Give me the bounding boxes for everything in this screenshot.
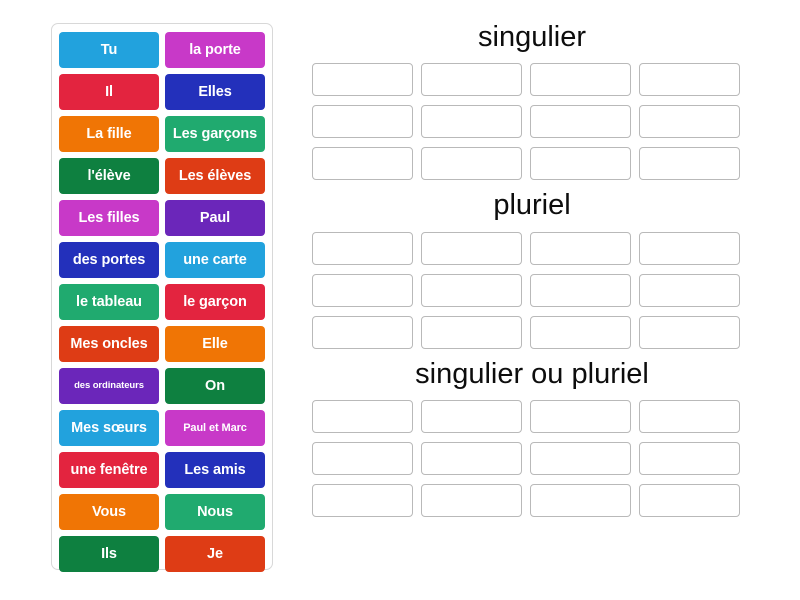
group-title: singulier — [478, 21, 586, 53]
word-tile[interactable]: Les garçons — [165, 116, 265, 152]
word-tile[interactable]: Mes sœurs — [59, 410, 159, 446]
word-tile[interactable]: Vous — [59, 494, 159, 530]
word-tile[interactable]: On — [165, 368, 265, 404]
drop-slot[interactable] — [421, 399, 522, 433]
drop-slot[interactable] — [530, 483, 631, 517]
word-tile[interactable]: Les élèves — [165, 158, 265, 194]
drop-slot[interactable] — [639, 231, 740, 265]
word-tile[interactable]: l'élève — [59, 158, 159, 194]
drop-slot[interactable] — [530, 441, 631, 475]
drop-slot[interactable] — [530, 147, 631, 181]
word-tile[interactable]: le garçon — [165, 284, 265, 320]
word-tile[interactable]: une fenêtre — [59, 452, 159, 488]
drop-slot[interactable] — [639, 105, 740, 139]
slot-grid — [312, 63, 752, 181]
drop-slot[interactable] — [312, 483, 413, 517]
word-tile[interactable]: Les filles — [59, 200, 159, 236]
group-title: singulier ou pluriel — [415, 357, 649, 390]
drop-slot[interactable] — [639, 63, 740, 97]
drop-slot[interactable] — [312, 399, 413, 433]
drop-slot[interactable] — [639, 399, 740, 433]
drop-slot[interactable] — [530, 273, 631, 307]
drop-slot[interactable] — [312, 231, 413, 265]
word-tile[interactable]: Paul et Marc — [165, 410, 265, 446]
word-tile[interactable]: des portes — [59, 242, 159, 278]
word-tile[interactable]: le tableau — [59, 284, 159, 320]
drop-slot[interactable] — [639, 441, 740, 475]
drop-slot[interactable] — [421, 273, 522, 307]
drop-slot[interactable] — [312, 441, 413, 475]
drop-group: singulier ou pluriel — [312, 355, 752, 517]
word-tile[interactable]: Je — [165, 536, 265, 572]
drop-slot[interactable] — [312, 105, 413, 139]
drop-slot[interactable] — [312, 147, 413, 181]
word-tile[interactable]: Tu — [59, 32, 159, 68]
drop-slot[interactable] — [639, 315, 740, 349]
word-tile[interactable]: une carte — [165, 242, 265, 278]
drop-group: singulier — [312, 18, 752, 181]
drop-slot[interactable] — [312, 315, 413, 349]
drop-slot[interactable] — [312, 63, 413, 97]
drop-slot[interactable] — [639, 273, 740, 307]
drop-slot[interactable] — [421, 483, 522, 517]
drop-slot[interactable] — [312, 273, 413, 307]
word-tile[interactable]: La fille — [59, 116, 159, 152]
word-tile[interactable]: Il — [59, 74, 159, 110]
drop-slot[interactable] — [639, 483, 740, 517]
tile-tray[interactable]: Tu la porte Il Elles La fille Les garçons l'él… — [51, 23, 273, 572]
drop-slot[interactable] — [421, 231, 522, 265]
drop-slot[interactable] — [421, 63, 522, 97]
drop-slot[interactable] — [530, 105, 631, 139]
word-tile[interactable]: Nous — [165, 494, 265, 530]
drop-slot[interactable] — [421, 105, 522, 139]
word-tile[interactable]: Elles — [165, 74, 265, 110]
word-tile[interactable]: Les amis — [165, 452, 265, 488]
drop-slot[interactable] — [421, 315, 522, 349]
word-tile[interactable]: Elle — [165, 326, 265, 362]
drop-zone-groups: singulier pluriel singulier ou pluriel — [312, 18, 752, 583]
word-tile[interactable]: Paul — [165, 200, 265, 236]
word-tile[interactable]: Mes oncles — [59, 326, 159, 362]
word-tile[interactable]: des ordinateurs — [59, 368, 159, 404]
activity-canvas: Tu la porte Il Elles La fille Les garçons l'él… — [0, 0, 800, 600]
drop-slot[interactable] — [639, 147, 740, 181]
word-tile[interactable]: Ils — [59, 536, 159, 572]
drop-slot[interactable] — [530, 399, 631, 433]
group-title: pluriel — [493, 189, 571, 222]
drop-slot[interactable] — [421, 147, 522, 181]
slot-grid — [312, 399, 752, 517]
drop-slot[interactable] — [421, 441, 522, 475]
drop-slot[interactable] — [530, 63, 631, 97]
slot-grid — [312, 231, 752, 349]
drop-slot[interactable] — [530, 231, 631, 265]
drop-slot[interactable] — [530, 315, 631, 349]
word-tile[interactable]: la porte — [165, 32, 265, 68]
drop-group: pluriel — [312, 186, 752, 349]
